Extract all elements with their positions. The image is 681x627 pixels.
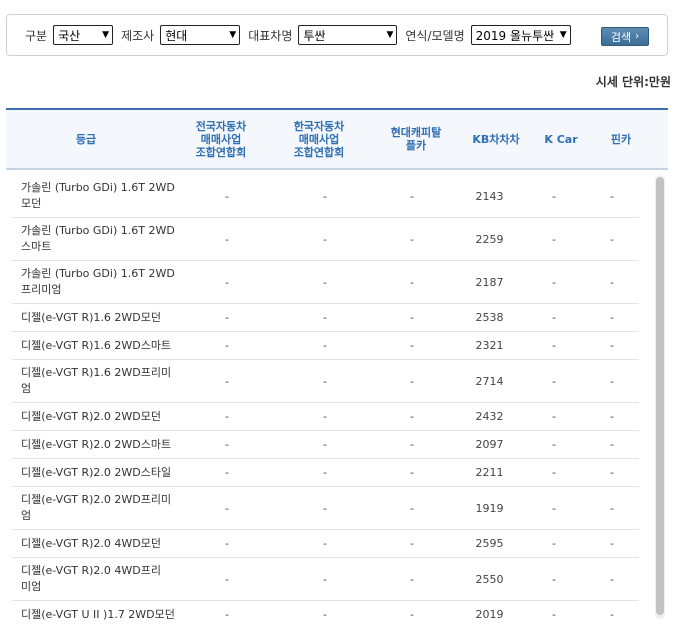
grade-cell: 디젤(e-VGT R)2.0 2WD프리미 엄 (21, 493, 172, 522)
grade-cell: 디젤(e-VGT R)2.0 4WD모던 (21, 536, 162, 550)
chevron-down-icon: ▼ (559, 30, 567, 40)
grade-cell: 디젤(e-VGT R)2.0 2WD스마트 (21, 437, 172, 451)
search-button-label: 검색 (610, 30, 632, 44)
table-row: 디젤(e-VGT R)2.0 4WD프리 미엄 - - -2550- - (12, 558, 639, 601)
price-cell: - (610, 339, 614, 352)
table-body: 가솔린 (Turbo GDi) 1.6T 2WD 모던 - - -2143- - 가솔린 … (6, 173, 668, 625)
column-header-grade: 등급 (75, 132, 97, 146)
grade-cell: 디젤(e-VGT R)1.6 2WD스마트 (21, 338, 172, 352)
manufacturer-select[interactable]: 현대 ▼ (160, 25, 241, 45)
column-header-national-assoc: 전국자동차 매매사업 조합연합회 (195, 119, 247, 159)
table-row: 디젤(e-VGT R)2.0 2WD스마트 - - -2097- - (12, 431, 639, 459)
table-row: 디젤(e-VGT R)2.0 4WD모던 - - -2595- - (12, 530, 639, 558)
table-row: 디젤(e-VGT R)1.6 2WD모던 - - -2538- - (12, 304, 639, 332)
chevron-down-icon: ▼ (386, 30, 394, 40)
filter-bar: 구분 국산 ▼ 제조사 현대 ▼ 대표차명 투싼 ▼ 연식/모델명 2019 올… (6, 14, 668, 56)
table-row: 디젤(e-VGT U II )1.7 2WD모던 - - -2019- - (12, 601, 639, 625)
category-select-value: 국산 (58, 28, 81, 43)
price-cell: - (610, 374, 614, 388)
vertical-scrollbar[interactable] (655, 175, 665, 619)
category-label: 구분 (25, 28, 48, 43)
price-cell: - (610, 438, 614, 451)
chevron-down-icon: ▼ (102, 30, 110, 40)
grade-cell: 디젤(e-VGT R)1.6 2WD모던 (21, 310, 162, 324)
grade-cell: 디젤(e-VGT R)2.0 2WD모던 (21, 409, 162, 423)
price-cell: - (610, 537, 614, 550)
table-row: 디젤(e-VGT R)1.6 2WD프리미 엄 - - -2714- - (12, 360, 639, 403)
table-row: 디젤(e-VGT R)2.0 2WD모던 - - -2432- - (12, 403, 639, 431)
chevron-down-icon: ▼ (229, 30, 237, 40)
year-model-label: 연식/모델명 (405, 28, 465, 43)
grade-cell: 디젤(e-VGT R)2.0 4WD프리 미엄 (21, 564, 162, 593)
price-cell: - (610, 608, 614, 621)
table-row: 디젤(e-VGT R)2.0 2WD프리미 엄 - - -1919- - (12, 487, 639, 530)
price-cell: - (610, 501, 614, 515)
price-cell: - (610, 466, 614, 479)
grade-cell: 가솔린 (Turbo GDi) 1.6T 2WD 모던 (21, 181, 175, 210)
year-model-select[interactable]: 2019 올뉴투싼 ▼ (470, 25, 571, 45)
grade-cell: 디젤(e-VGT U II )1.7 2WD모던 (21, 607, 175, 621)
year-model-select-value: 2019 올뉴투싼 (475, 28, 555, 43)
search-button[interactable]: 검색 › (601, 27, 649, 46)
price-cell: - (610, 410, 614, 423)
table-row: 가솔린 (Turbo GDi) 1.6T 2WD 스마트 - - -2259- - (12, 218, 639, 261)
column-header-pinca: 핀카 (610, 132, 632, 146)
scrollbar-thumb[interactable] (656, 177, 664, 615)
model-select[interactable]: 투싼 ▼ (298, 25, 398, 45)
category-select[interactable]: 국산 ▼ (53, 25, 114, 45)
table-header: 등급 전국자동차 매매사업 조합연합회 한국자동차 매매사업 조합연합회 현대캐… (6, 108, 668, 170)
column-header-korea-assoc: 한국자동차 매매사업 조합연합회 (293, 119, 345, 159)
grade-cell: 가솔린 (Turbo GDi) 1.6T 2WD 프리미엄 (21, 267, 175, 296)
price-cell: - (610, 311, 614, 324)
manufacturer-select-value: 현대 (165, 28, 188, 43)
grade-cell: 디젤(e-VGT R)1.6 2WD프리미 엄 (21, 366, 172, 395)
model-select-value: 투싼 (303, 28, 326, 43)
manufacturer-label: 제조사 (121, 28, 155, 43)
price-unit-label: 시세 단위:만원 (595, 75, 671, 89)
table-row: 디젤(e-VGT R)1.6 2WD스마트 - - -2321- - (12, 332, 639, 360)
grade-cell: 디젤(e-VGT R)2.0 2WD스타일 (21, 465, 172, 479)
price-cell: - (610, 232, 614, 246)
chevron-right-icon: › (635, 31, 640, 42)
table-row: 가솔린 (Turbo GDi) 1.6T 2WD 모던 - - -2143- - (12, 175, 639, 218)
model-label: 대표차명 (248, 28, 293, 43)
table-row: 디젤(e-VGT R)2.0 2WD스타일 - - -2211- - (12, 459, 639, 487)
grade-cell: 가솔린 (Turbo GDi) 1.6T 2WD 스마트 (21, 224, 175, 253)
price-cell: - (610, 275, 614, 289)
price-cell: - (610, 189, 614, 203)
price-cell: - (610, 572, 614, 586)
table-row: 가솔린 (Turbo GDi) 1.6T 2WD 프리미엄 - - -2187- - (12, 261, 639, 304)
